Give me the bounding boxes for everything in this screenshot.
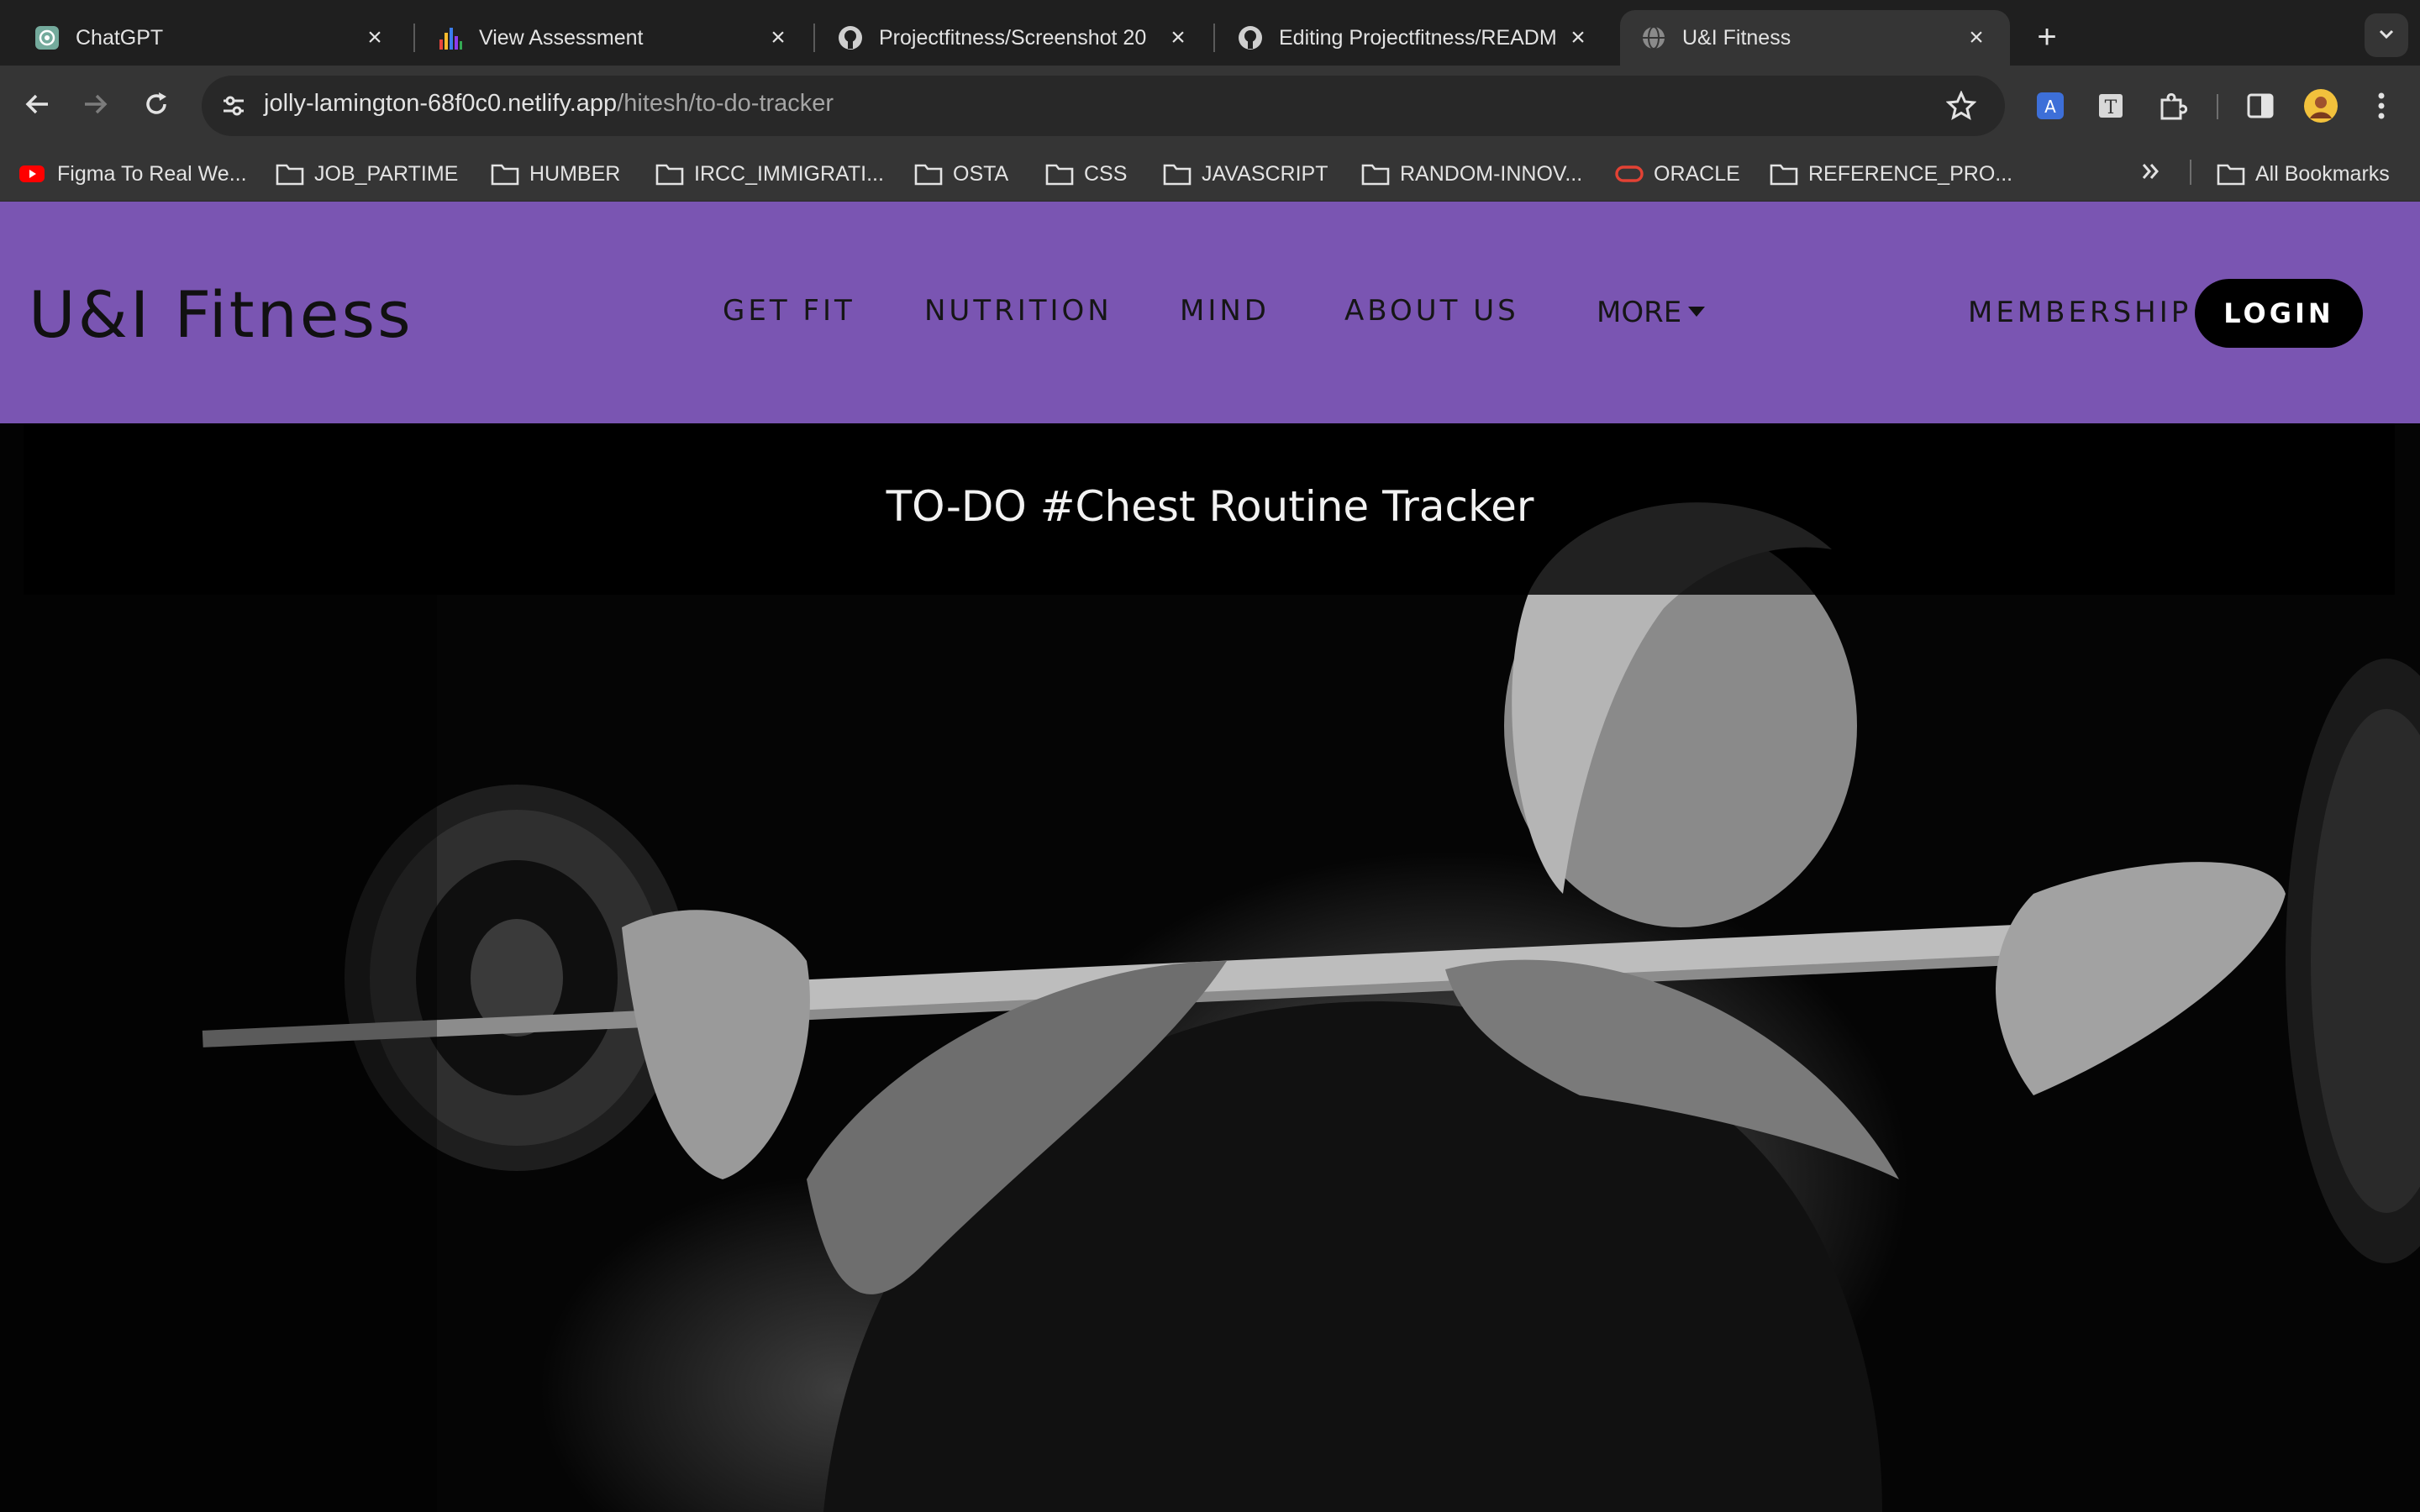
- tab-ui-fitness[interactable]: U&I Fitness ×: [1620, 10, 2010, 66]
- bookmark-folder-osta[interactable]: OSTA: [914, 156, 1008, 192]
- bookmark-label: Figma To Real We...: [57, 161, 247, 186]
- back-arrow-icon: [23, 90, 51, 123]
- github-icon: [837, 24, 864, 51]
- close-icon[interactable]: ×: [1565, 24, 1591, 51]
- text-extension-icon[interactable]: T: [2089, 84, 2133, 128]
- bookmark-folder-javascript[interactable]: JAVASCRIPT: [1163, 156, 1328, 192]
- bookmark-folder-ircc[interactable]: IRCC_IMMIGRATI...: [655, 156, 884, 192]
- bookmark-figma[interactable]: Figma To Real We...: [18, 156, 247, 192]
- folder-icon: [1163, 161, 1192, 186]
- nav-about-us[interactable]: ABOUT US: [1344, 294, 1519, 328]
- bookmark-folder-reference[interactable]: REFERENCE_PRO...: [1770, 156, 2012, 192]
- nav-more-label: MORE: [1597, 296, 1682, 329]
- close-icon[interactable]: ×: [765, 24, 792, 51]
- bookmark-oracle[interactable]: ORACLE: [1615, 156, 1740, 192]
- tab-search-button[interactable]: [2365, 13, 2408, 57]
- bookmarks-bar: Figma To Real We... JOB_PARTIME HUMBER I…: [0, 146, 2420, 202]
- bookmark-label: RANDOM-INNOV...: [1400, 161, 1583, 186]
- tab-title: ChatGPT: [76, 25, 164, 50]
- folder-icon: [1361, 161, 1390, 186]
- bookmarks-overflow-button[interactable]: [2139, 156, 2163, 192]
- all-bookmarks-button[interactable]: All Bookmarks: [2217, 156, 2390, 192]
- all-bookmarks-label: All Bookmarks: [2255, 161, 2390, 186]
- github-icon: [1237, 24, 1264, 51]
- new-tab-button[interactable]: +: [2025, 15, 2069, 59]
- menu-kebab-icon[interactable]: [2360, 84, 2403, 128]
- svg-text:T: T: [2105, 97, 2118, 118]
- url-text: jolly-lamington-68f0c0.netlify.app/hites…: [264, 90, 834, 118]
- bookmark-label: IRCC_IMMIGRATI...: [694, 161, 884, 186]
- caret-down-icon: [1688, 307, 1706, 317]
- tab-chatgpt[interactable]: ChatGPT ×: [13, 10, 408, 66]
- forward-button[interactable]: [76, 86, 116, 126]
- tab-divider: [413, 24, 415, 52]
- profile-avatar-icon[interactable]: [2299, 84, 2343, 128]
- bookmark-label: HUMBER: [529, 161, 621, 186]
- forward-arrow-icon: [82, 90, 110, 123]
- bookmark-folder-job-partime[interactable]: JOB_PARTIME: [276, 156, 458, 192]
- site-logo[interactable]: U&I Fitness: [29, 277, 413, 352]
- reload-button[interactable]: [136, 86, 176, 126]
- tab-title: Editing Projectfitness/READM: [1279, 25, 1557, 50]
- tab-title: Projectfitness/Screenshot 20: [879, 25, 1147, 50]
- bookmark-label: JAVASCRIPT: [1202, 161, 1328, 186]
- tab-title: U&I Fitness: [1682, 25, 1791, 50]
- reload-icon: [142, 90, 171, 123]
- nav-more-dropdown[interactable]: MORE: [1597, 296, 1706, 329]
- bookmark-folder-css[interactable]: CSS: [1045, 156, 1127, 192]
- url-domain: jolly-lamington-68f0c0.netlify.app: [264, 90, 618, 117]
- bookmark-star-icon[interactable]: [1943, 87, 1980, 124]
- bookmark-folder-random-innov[interactable]: RANDOM-INNOV...: [1361, 156, 1582, 192]
- bookmark-label: ORACLE: [1654, 161, 1740, 186]
- nav-get-fit[interactable]: GET FIT: [723, 294, 855, 328]
- folder-icon: [2217, 161, 2245, 186]
- back-button[interactable]: [17, 86, 57, 126]
- side-panel-icon[interactable]: [2238, 84, 2282, 128]
- puzzle-extensions-icon[interactable]: [2149, 84, 2193, 128]
- bookmark-label: REFERENCE_PRO...: [1808, 161, 2013, 186]
- nav-nutrition[interactable]: NUTRITION: [924, 294, 1113, 328]
- bar-chart-icon: [437, 24, 464, 51]
- folder-icon: [276, 161, 304, 186]
- folder-icon: [1770, 161, 1798, 186]
- tab-title: View Assessment: [479, 25, 644, 50]
- tab-divider: [813, 24, 815, 52]
- close-icon[interactable]: ×: [1963, 24, 1990, 51]
- chevron-down-icon: [2376, 24, 2396, 48]
- close-icon[interactable]: ×: [1165, 24, 1192, 51]
- double-chevron-right-icon: [2139, 160, 2163, 189]
- browser-toolbar: jolly-lamington-68f0c0.netlify.app/hites…: [0, 66, 2420, 146]
- page-title: TO-DO #Chest Routine Tracker: [886, 482, 1534, 531]
- browser-tab-strip: ChatGPT × View Assessment × Projectfitne…: [0, 0, 2420, 66]
- close-icon[interactable]: ×: [361, 24, 388, 51]
- address-bar[interactable]: jolly-lamington-68f0c0.netlify.app/hites…: [202, 76, 2005, 136]
- nav-mind[interactable]: MIND: [1180, 294, 1270, 328]
- folder-icon: [1045, 161, 1074, 186]
- folder-icon: [914, 161, 943, 186]
- folder-icon: [491, 161, 519, 186]
- site-info-icon[interactable]: [218, 91, 249, 121]
- bookmark-label: OSTA: [953, 161, 1009, 186]
- folder-icon: [655, 161, 684, 186]
- oracle-icon: [1615, 161, 1644, 186]
- bookmarks-divider: [2190, 160, 2191, 185]
- tab-github-readme[interactable]: Editing Projectfitness/READM ×: [1217, 10, 1612, 66]
- bookmark-label: JOB_PARTIME: [314, 161, 459, 186]
- nav-membership[interactable]: MEMBERSHIP: [1968, 296, 2191, 329]
- tab-divider: [1213, 24, 1215, 52]
- hero-section: TO-DO #Chest Routine Tracker: [0, 423, 2420, 1512]
- chatgpt-icon: [34, 24, 60, 51]
- bookmark-label: CSS: [1084, 161, 1128, 186]
- globe-icon: [1640, 24, 1667, 51]
- tab-view-assessment[interactable]: View Assessment ×: [417, 10, 812, 66]
- site-header: U&I Fitness GET FIT NUTRITION MIND ABOUT…: [0, 202, 2420, 423]
- translate-extension-icon[interactable]: A: [2028, 84, 2072, 128]
- svg-text:A: A: [2044, 97, 2056, 117]
- login-button[interactable]: LOGIN: [2195, 279, 2363, 348]
- toolbar-divider: [2217, 94, 2218, 119]
- url-path: /hitesh/to-do-tracker: [617, 90, 834, 117]
- tab-github-screenshot[interactable]: Projectfitness/Screenshot 20 ×: [817, 10, 1212, 66]
- bookmark-folder-humber[interactable]: HUMBER: [491, 156, 620, 192]
- youtube-icon: [18, 161, 47, 186]
